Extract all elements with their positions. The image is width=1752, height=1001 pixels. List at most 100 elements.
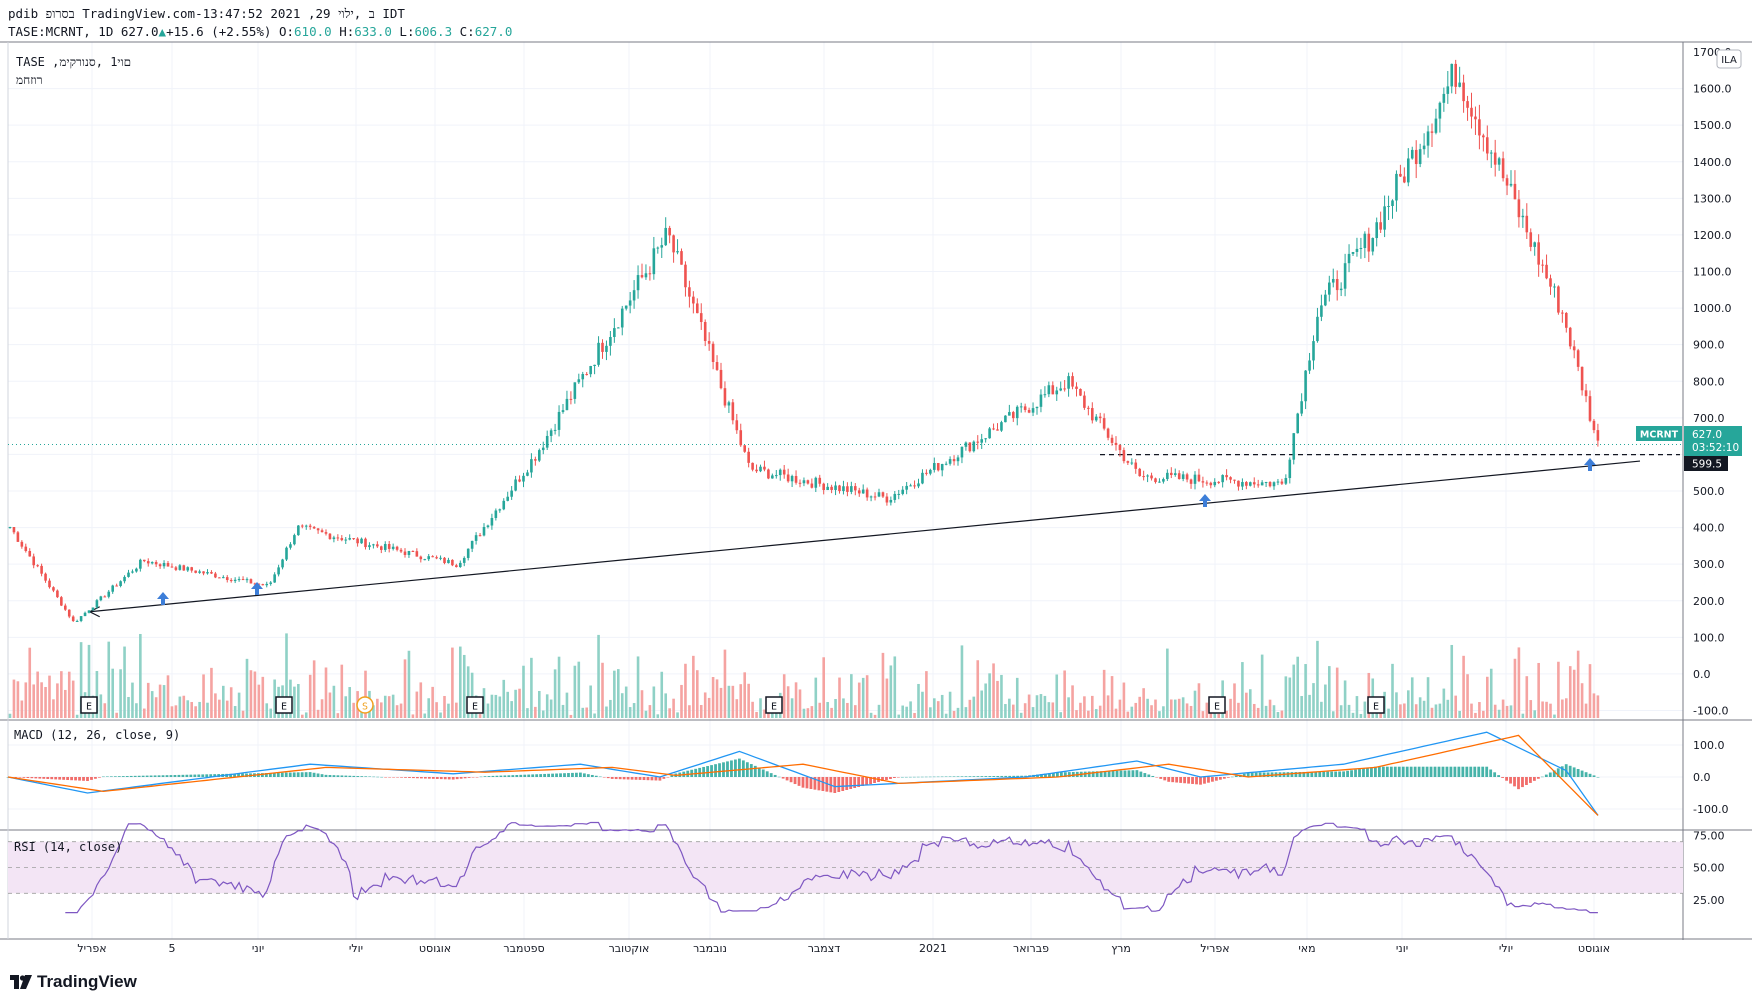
candle [909,483,912,487]
candle-body [980,439,983,443]
volume-bar [510,701,513,718]
candle [830,484,833,494]
macd-histogram-bar [845,777,849,790]
candle-body [656,247,660,249]
candle-body [1359,248,1363,250]
price-pane[interactable]: EESEEEE [8,59,1683,718]
candle-body [423,559,427,561]
candle-body [83,612,87,617]
macd-histogram-bar [904,776,908,778]
earnings-marker[interactable]: E [1367,696,1385,714]
candle-body [1371,238,1375,252]
time-axis-label: 5 [169,942,176,955]
volume-bar [668,708,671,718]
candle-body [680,251,683,265]
candle-body [1470,107,1473,117]
candle [514,475,517,492]
macd-histogram-bar [718,763,721,777]
candle [431,555,434,558]
time-axis-label: מרץ [1111,942,1131,955]
candle [462,556,466,567]
volume-bar [1126,711,1130,718]
macd-histogram-bar [360,776,364,777]
earnings-marker[interactable]: E [466,696,484,714]
candle [782,465,786,479]
macd-histogram-bar [789,777,793,783]
candle-body [1205,482,1209,484]
volume-bar [48,675,51,718]
split-marker[interactable]: S [356,696,374,714]
candle-body [534,459,537,461]
volume-bar [881,652,885,718]
candle [1399,164,1402,178]
volume-bar [921,691,924,718]
candle-body [1170,472,1173,476]
candle-body [565,398,569,411]
volume-bar [1596,695,1600,718]
macd-histogram-bar [1381,766,1385,777]
candle-body [395,546,399,550]
earnings-marker[interactable]: E [1208,696,1226,714]
volume-bar [387,696,391,718]
volume-bar [1256,707,1260,718]
candle [936,462,940,472]
volume-bar [1387,708,1390,718]
volume-bar [1051,702,1055,718]
earnings-marker[interactable]: E [275,696,293,714]
macd-histogram-bar [885,777,888,780]
event-marker-label: E [472,702,478,713]
earnings-marker[interactable]: E [80,696,98,714]
macd-histogram-bar [1536,777,1540,779]
candle [569,391,573,405]
macd-histogram-bar [1445,766,1449,777]
volume-bar [24,682,28,718]
candle [1110,434,1114,446]
earnings-marker[interactable]: E [765,696,783,714]
candle-body [1300,401,1303,414]
volume-bar [490,694,494,718]
volume-bar [565,692,569,718]
macd-histogram-bar [1115,770,1119,777]
volume-bar [146,682,150,718]
candle-body [672,235,675,253]
candle [1284,474,1288,486]
volume-bar [1075,710,1078,718]
candle-body [881,492,885,497]
volume-bar [1300,696,1303,718]
time-axis-label: נובמבר [693,942,727,955]
macd-histogram-bar [960,776,964,777]
volume-bar [601,662,604,718]
volume-bar [1395,692,1398,718]
candle-body [549,430,553,436]
macd-histogram-bar [78,777,81,781]
macd-histogram-bar [145,775,149,777]
candle-body [806,480,810,484]
candle [233,577,237,584]
candle-body [1339,288,1343,291]
chart-canvas[interactable]: E E S E E E E -100.00.0100.0200.0300.0400.0500… [0,0,1752,1001]
axes: -100.00.0100.0200.0300.0400.0500.0600.07… [77,46,1742,955]
candle [308,523,312,530]
macd-histogram-bar [559,773,562,777]
volume-bar [1426,677,1430,718]
candle-body [1387,206,1390,208]
macd-histogram-bar [908,776,912,778]
candle [478,533,482,537]
candle-body [573,382,577,399]
volume-bar [391,694,395,718]
candle-body [233,579,237,582]
volume-bar [1201,711,1205,718]
candle-body [901,489,904,494]
volume-bar [214,693,217,718]
candle-body [237,579,241,581]
macd-histogram-bar [952,776,956,777]
candle-body [1201,481,1205,483]
time-axis-label: יוני [252,942,264,955]
currency-badge[interactable]: ILA [1716,49,1742,69]
price-tag-countdown: 03:52:10 [1692,442,1739,454]
volume-bar [620,693,624,718]
rsi-pane[interactable] [8,821,1683,914]
candle [747,447,750,468]
volume-bar [814,677,818,718]
candle-body [269,582,272,584]
